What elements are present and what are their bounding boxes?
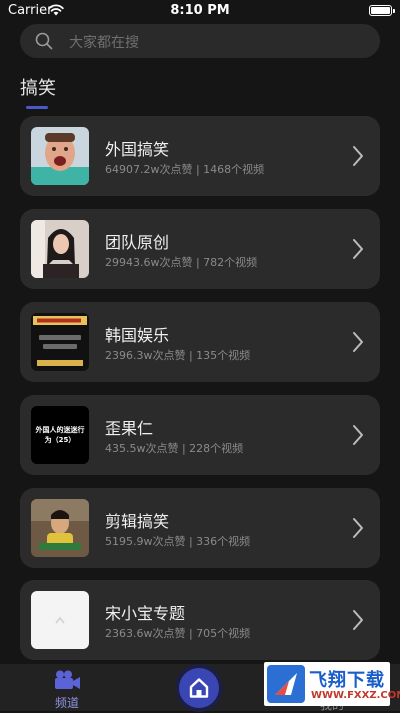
channel-stats: 435.5w次点赞 | 228个视频: [105, 442, 244, 455]
search-icon: [35, 32, 53, 50]
channel-card-edited-comedy[interactable]: 剪辑搞笑 5195.9w次点赞 | 336个视频: [20, 488, 380, 568]
tab-home[interactable]: [179, 668, 219, 708]
channel-stats: 5195.9w次点赞 | 336个视频: [105, 535, 251, 548]
channel-title: 剪辑搞笑: [105, 512, 170, 531]
chevron-right-icon: [353, 332, 363, 352]
chevron-right-icon: [353, 610, 363, 630]
clock: 8:10 PM: [170, 3, 230, 18]
channel-thumbnail: [31, 127, 89, 185]
channel-thumbnail: [31, 591, 89, 649]
battery-icon: [369, 5, 395, 16]
channel-title: 韩国娱乐: [105, 326, 170, 345]
channel-card-song-xiaobao[interactable]: 宋小宝专题 2363.6w次点赞 | 705个视频: [20, 580, 380, 660]
chevron-right-icon: [353, 518, 363, 538]
chevron-right-icon: [353, 425, 363, 445]
section-indicator: [26, 106, 48, 109]
channel-thumbnail: [31, 220, 89, 278]
channel-title: 团队原创: [105, 233, 170, 252]
channel-thumbnail: [31, 499, 89, 557]
watermark-url: WWW.FXXZ.COM: [311, 690, 400, 701]
channel-title: 宋小宝专题: [105, 604, 186, 623]
status-bar: Carrier 8:10 PM: [0, 0, 400, 22]
watermark-title: 飞翔下载: [309, 670, 385, 691]
channel-thumbnail: [31, 313, 89, 371]
search-placeholder: 大家都在搜: [69, 35, 139, 51]
channel-stats: 2396.3w次点赞 | 135个视频: [105, 349, 251, 362]
channel-stats: 29943.6w次点赞 | 782个视频: [105, 256, 258, 269]
channel-card-korean-entertainment[interactable]: 韩国娱乐 2396.3w次点赞 | 135个视频: [20, 302, 380, 382]
channel-card-team-original[interactable]: 团队原创 29943.6w次点赞 | 782个视频: [20, 209, 380, 289]
search-bar[interactable]: 大家都在搜: [20, 24, 380, 58]
tab-channel-label: 频道: [55, 696, 80, 710]
channel-thumbnail: 外国人的迷迷行为（25）: [31, 406, 89, 464]
chevron-right-icon: [353, 239, 363, 259]
video-camera-icon: [55, 670, 80, 689]
section-title: 搞笑: [20, 78, 56, 99]
channel-stats: 2363.6w次点赞 | 705个视频: [105, 627, 251, 640]
channel-title: 外国搞笑: [105, 140, 170, 159]
thumbnail-caption: 外国人的迷迷行为（25）: [35, 426, 85, 444]
channel-title: 歪果仁: [105, 419, 154, 438]
channel-card-foreigners[interactable]: 外国人的迷迷行为（25） 歪果仁 435.5w次点赞 | 228个视频: [20, 395, 380, 475]
watermark-logo-icon: [267, 665, 305, 703]
channel-stats: 64907.2w次点赞 | 1468个视频: [105, 163, 265, 176]
home-icon: [189, 678, 209, 698]
chevron-right-icon: [353, 146, 363, 166]
channel-card-foreign-comedy[interactable]: 外国搞笑 64907.2w次点赞 | 1468个视频: [20, 116, 380, 196]
watermark: 飞翔下载 WWW.FXXZ.COM: [264, 662, 400, 706]
